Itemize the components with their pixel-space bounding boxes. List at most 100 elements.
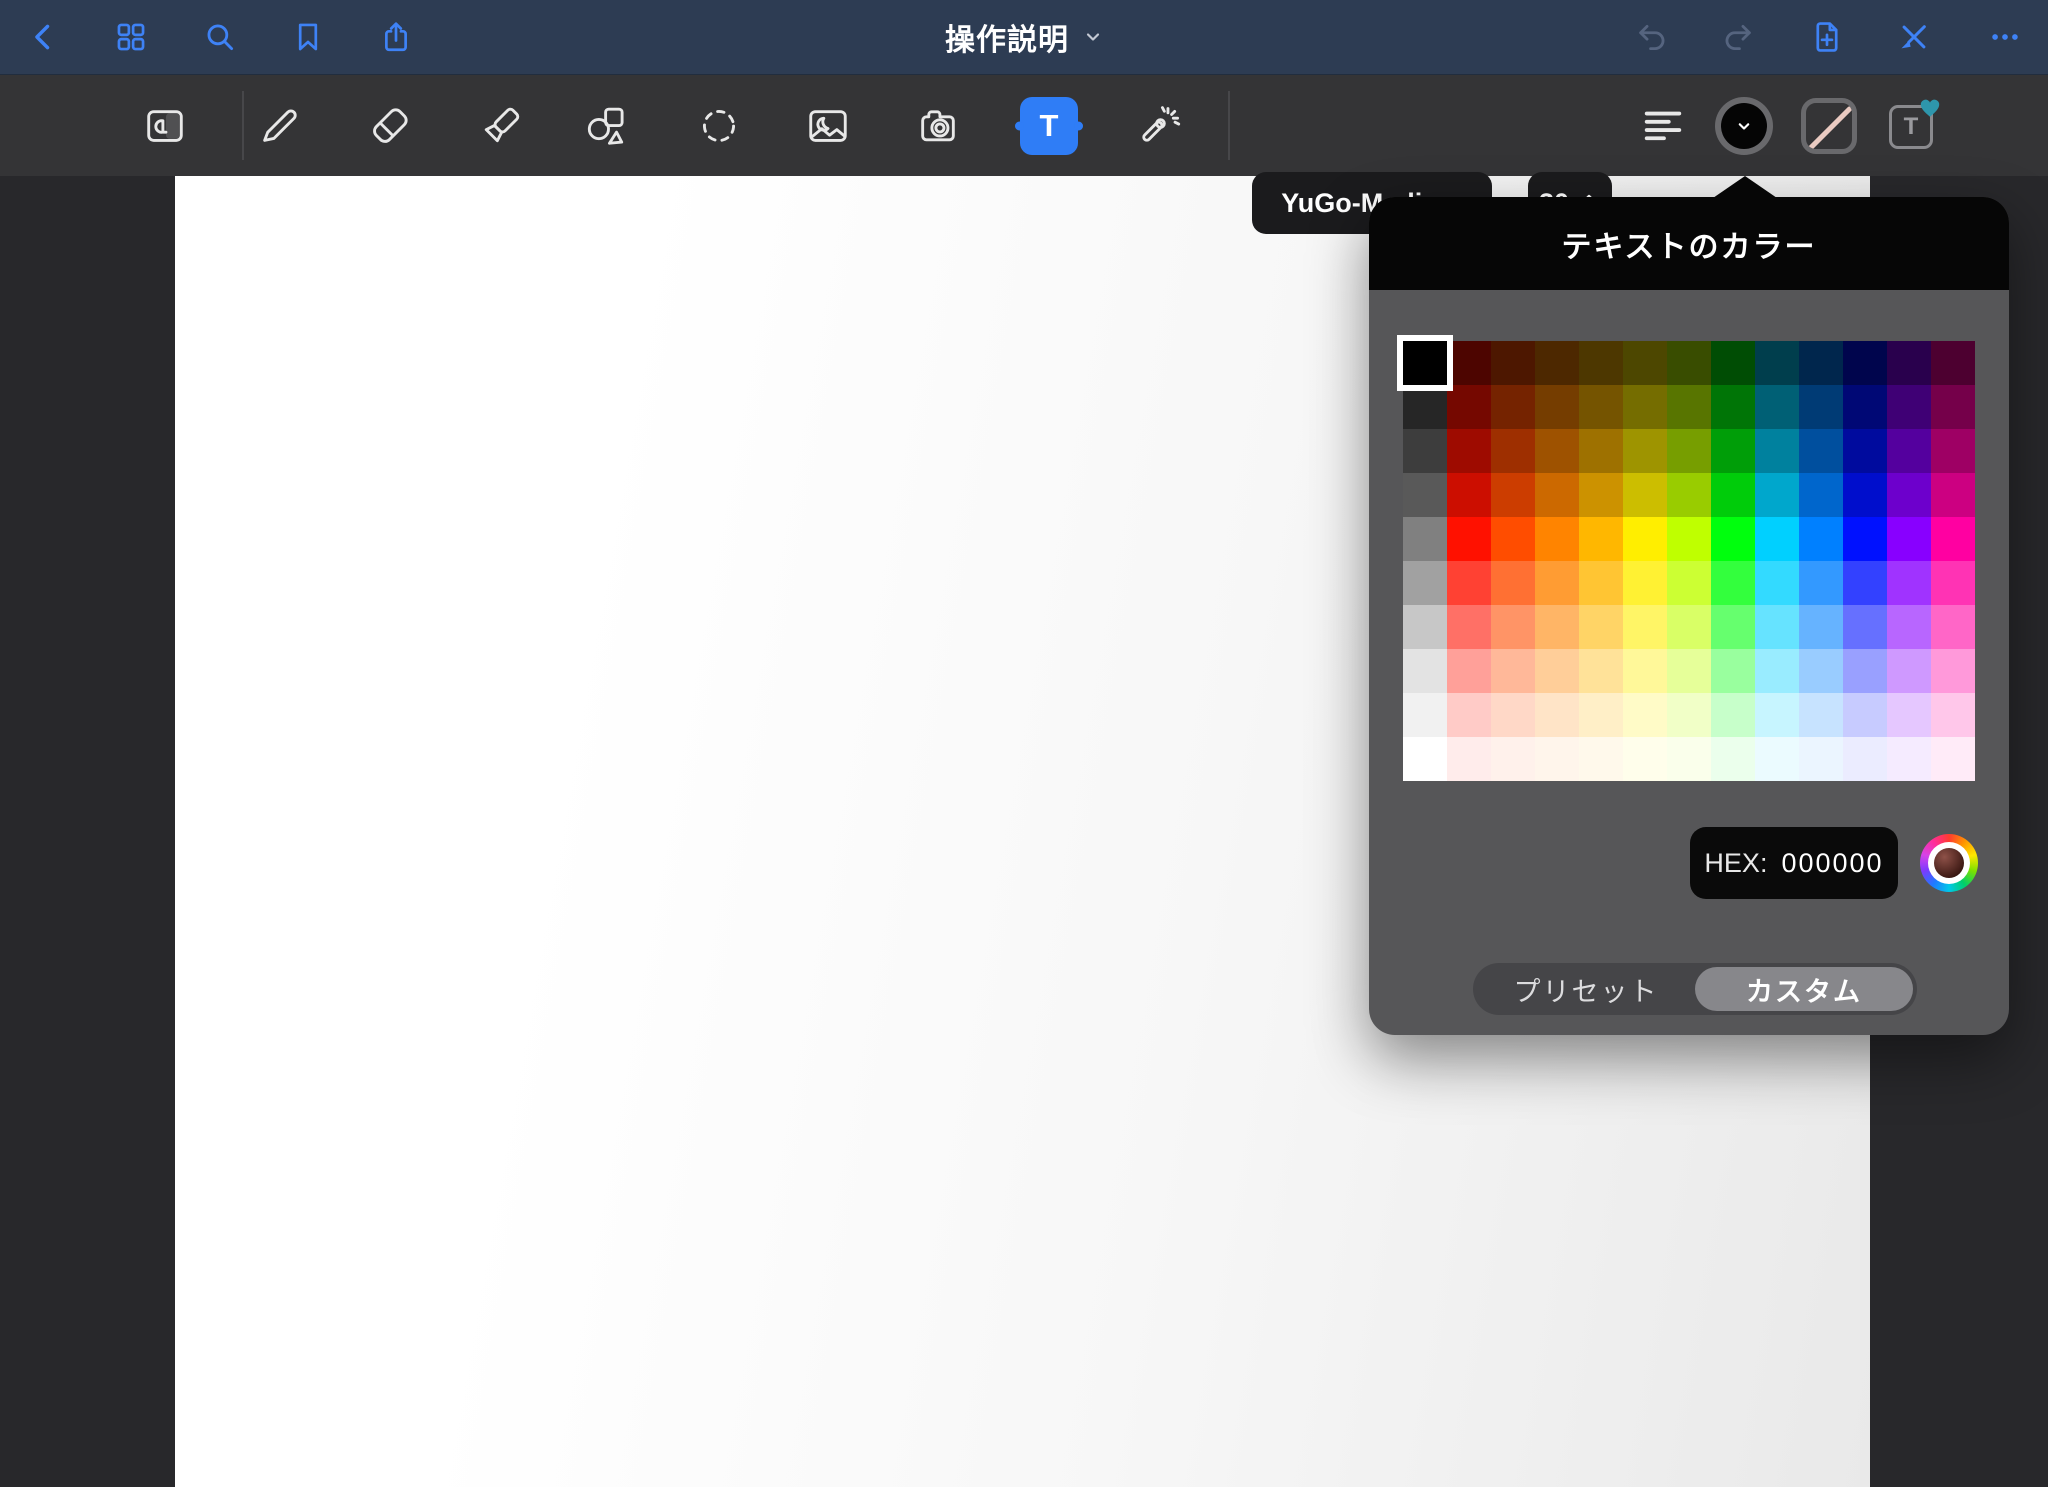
color-swatch[interactable] [1887,737,1931,781]
color-swatch[interactable] [1931,737,1975,781]
color-swatch[interactable] [1579,341,1623,385]
color-swatch[interactable] [1843,561,1887,605]
color-swatch[interactable] [1623,605,1667,649]
color-swatch[interactable] [1755,385,1799,429]
color-swatch[interactable] [1403,517,1447,561]
color-swatch[interactable] [1843,429,1887,473]
shapes-tool-icon[interactable] [581,101,631,151]
color-swatch[interactable] [1403,561,1447,605]
color-swatch[interactable] [1931,385,1975,429]
hex-input[interactable]: HEX: 000000 [1690,827,1898,899]
color-swatch[interactable] [1711,473,1755,517]
color-swatch[interactable] [1843,517,1887,561]
undo-icon[interactable] [1634,19,1670,55]
color-swatch[interactable] [1931,561,1975,605]
color-swatch[interactable] [1755,517,1799,561]
color-swatch[interactable] [1667,341,1711,385]
color-swatch[interactable] [1403,693,1447,737]
color-swatch[interactable] [1667,649,1711,693]
color-swatch[interactable] [1843,341,1887,385]
color-swatch[interactable] [1711,605,1755,649]
color-swatch[interactable] [1887,473,1931,517]
color-swatch[interactable] [1887,561,1931,605]
color-swatch[interactable] [1711,737,1755,781]
text-style-favorite-button[interactable]: T [1887,101,1937,151]
color-swatch[interactable] [1535,737,1579,781]
redo-icon[interactable] [1720,19,1756,55]
color-swatch[interactable] [1447,649,1491,693]
color-swatch[interactable] [1711,693,1755,737]
color-swatch[interactable] [1755,429,1799,473]
color-swatch[interactable] [1623,473,1667,517]
color-swatch[interactable] [1711,429,1755,473]
color-swatch[interactable] [1623,737,1667,781]
back-icon[interactable] [26,19,62,55]
text-align-icon[interactable] [1638,101,1688,151]
color-swatch[interactable] [1931,517,1975,561]
color-swatch[interactable] [1491,517,1535,561]
color-swatch[interactable] [1535,341,1579,385]
color-swatch[interactable] [1755,473,1799,517]
stroke-style-button[interactable] [1801,98,1857,154]
page-panel-icon[interactable] [140,101,190,151]
camera-tool-icon[interactable] [913,101,963,151]
pen-tool-icon[interactable] [254,101,304,151]
color-swatch[interactable] [1667,385,1711,429]
color-swatch[interactable] [1447,341,1491,385]
share-icon[interactable] [378,19,414,55]
text-color-button[interactable] [1715,97,1773,155]
color-swatch[interactable] [1579,561,1623,605]
color-swatch[interactable] [1535,517,1579,561]
color-swatch[interactable] [1799,429,1843,473]
color-swatch[interactable] [1843,473,1887,517]
color-swatch[interactable] [1843,605,1887,649]
color-swatch[interactable] [1843,385,1887,429]
color-swatch[interactable] [1843,737,1887,781]
color-swatch[interactable] [1535,473,1579,517]
color-swatch[interactable] [1623,649,1667,693]
color-swatch[interactable] [1535,605,1579,649]
color-swatch[interactable] [1491,385,1535,429]
color-swatch[interactable] [1755,737,1799,781]
color-swatch[interactable] [1887,385,1931,429]
color-swatch[interactable] [1799,649,1843,693]
color-swatch[interactable] [1667,737,1711,781]
color-swatch[interactable] [1491,605,1535,649]
color-swatch[interactable] [1667,605,1711,649]
highlighter-tool-icon[interactable] [476,101,526,151]
color-swatch[interactable] [1447,561,1491,605]
color-swatch[interactable] [1887,605,1931,649]
color-swatch[interactable] [1491,561,1535,605]
color-swatch[interactable] [1799,561,1843,605]
color-swatch[interactable] [1931,649,1975,693]
color-swatch[interactable] [1711,517,1755,561]
color-swatch[interactable] [1579,429,1623,473]
color-swatch[interactable] [1931,473,1975,517]
color-swatch[interactable] [1579,693,1623,737]
color-swatch[interactable] [1799,605,1843,649]
color-swatch[interactable] [1579,473,1623,517]
color-swatch[interactable] [1447,737,1491,781]
color-swatch[interactable] [1447,385,1491,429]
laser-pointer-icon[interactable] [1133,101,1183,151]
color-swatch[interactable] [1535,385,1579,429]
color-swatch[interactable] [1799,737,1843,781]
color-swatch[interactable] [1799,517,1843,561]
color-swatch[interactable] [1491,429,1535,473]
color-swatch[interactable] [1403,737,1447,781]
color-swatch[interactable] [1535,561,1579,605]
color-swatch[interactable] [1403,605,1447,649]
color-swatch[interactable] [1579,605,1623,649]
color-swatch[interactable] [1491,341,1535,385]
color-swatch[interactable] [1623,517,1667,561]
color-swatch[interactable] [1535,693,1579,737]
color-swatch[interactable] [1623,561,1667,605]
color-swatch[interactable] [1931,341,1975,385]
color-swatch[interactable] [1887,693,1931,737]
color-swatch[interactable] [1535,429,1579,473]
color-swatch[interactable] [1711,561,1755,605]
color-swatch[interactable] [1755,341,1799,385]
lasso-tool-icon[interactable] [694,101,744,151]
color-swatch[interactable] [1711,385,1755,429]
color-swatch[interactable] [1843,693,1887,737]
